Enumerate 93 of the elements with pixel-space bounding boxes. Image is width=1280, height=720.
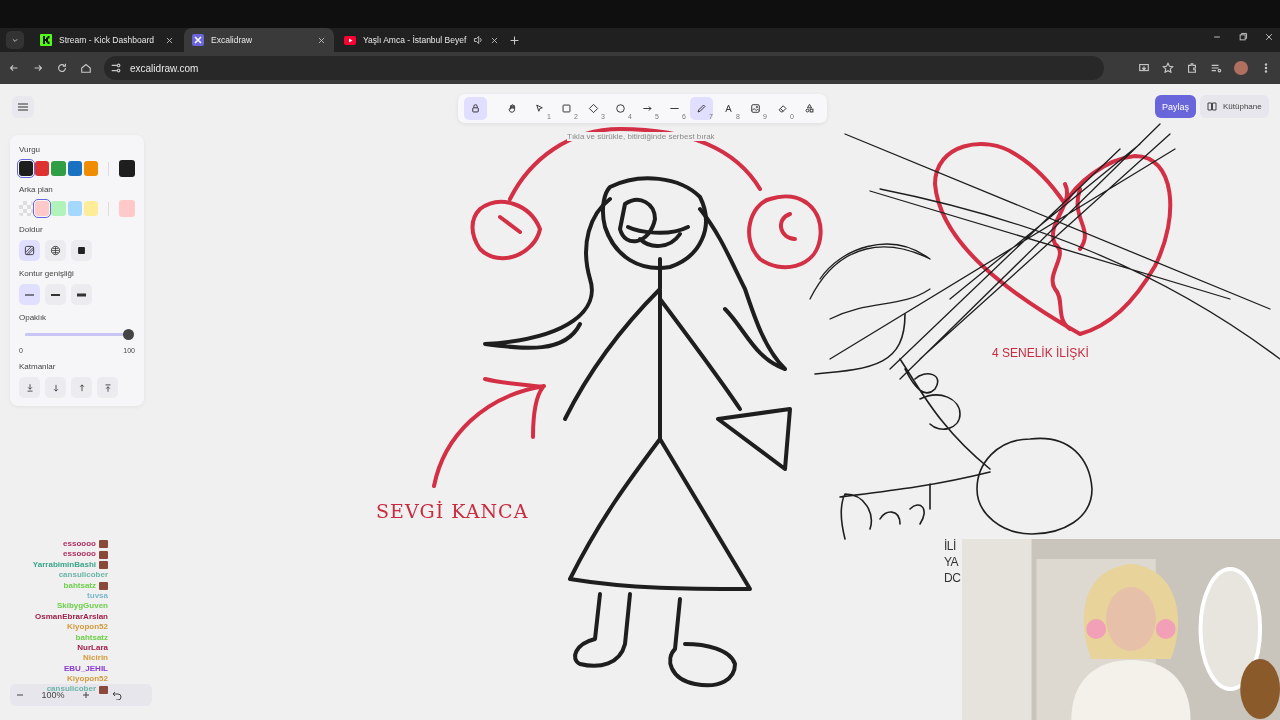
kick-logo-icon (40, 34, 52, 46)
new-tab-icon[interactable] (509, 34, 521, 46)
chat-username: EBU_JEHIL (64, 663, 108, 675)
section-label: Kontur genişliği (19, 269, 75, 278)
canvas-text: İLİ YA DC (944, 538, 961, 586)
chat-username: essoooo (63, 539, 96, 550)
color-swatch[interactable] (19, 161, 34, 176)
menu-icon (18, 103, 28, 111)
text-icon (723, 103, 734, 114)
slider-thumb[interactable] (123, 329, 134, 340)
rectangle-icon (561, 103, 572, 114)
stroke-line-icon (25, 292, 34, 297)
canvas-text: SEVGİ KANCA (376, 502, 529, 521)
current-color-swatch[interactable] (118, 160, 135, 177)
home-icon[interactable] (80, 62, 92, 74)
back-icon[interactable] (8, 62, 20, 74)
chat-username: SkibygGuven (56, 601, 108, 612)
forward-icon[interactable] (32, 62, 44, 74)
color-swatch[interactable] (67, 201, 82, 216)
cross-hatch-fill-icon (50, 245, 61, 256)
color-swatch[interactable] (51, 161, 66, 176)
chat-username: OsmanEbrarArslan (35, 611, 108, 623)
youtube-logo-icon (344, 35, 356, 45)
lock-icon (470, 103, 481, 114)
section-label: Opaklık (19, 313, 48, 322)
fill-style-button[interactable] (71, 240, 92, 261)
profile-avatar[interactable] (1234, 61, 1248, 75)
stroke-line-icon (51, 292, 60, 297)
shapes-icon (804, 103, 815, 114)
tab-list-button[interactable] (6, 31, 24, 49)
restore-icon[interactable] (1238, 32, 1248, 42)
browser-tab[interactable]: Excalidraw (184, 28, 334, 52)
install-icon[interactable] (1138, 62, 1150, 74)
section-label: Arka plan (19, 185, 54, 194)
star-icon[interactable] (1162, 62, 1174, 74)
close-icon[interactable] (317, 35, 326, 45)
section-label: Doldur (19, 225, 44, 234)
lock-tool-button[interactable] (464, 97, 487, 120)
stroke-width-button[interactable] (71, 284, 92, 305)
hint-text: Tıkla ve sürükle, bitirdiğinde serbest bırak (567, 132, 715, 141)
address-bar[interactable]: excalidraw.com (104, 56, 1104, 80)
close-icon[interactable] (490, 35, 500, 45)
chat-username: Kiyopon52 (67, 622, 108, 633)
color-swatch[interactable] (67, 161, 82, 176)
cursor-icon (534, 103, 545, 114)
chat-username: tuvsa (87, 590, 108, 602)
chat-username: cansulicober (58, 570, 108, 581)
hatched-fill-icon (24, 245, 35, 256)
zoom-in-icon[interactable] (82, 691, 90, 699)
zoom-level[interactable]: 100% (28, 690, 78, 700)
chat-username: Nicirin (83, 653, 108, 664)
color-swatch[interactable] (35, 161, 50, 176)
color-swatch[interactable] (35, 201, 50, 216)
reload-icon[interactable] (56, 62, 68, 74)
book-icon (1207, 102, 1217, 111)
diamond-icon (588, 103, 599, 114)
circle-icon (615, 103, 626, 114)
site-settings-icon[interactable] (110, 62, 122, 74)
close-icon[interactable] (165, 35, 174, 45)
arrow-icon (642, 103, 653, 114)
fill-style-button[interactable] (19, 240, 40, 261)
browser-tab[interactable]: Stream - Kick Dashboard (32, 28, 182, 52)
color-swatch[interactable] (83, 161, 98, 176)
share-button[interactable]: Paylaş (1155, 95, 1196, 118)
browser-tab[interactable]: Yaşlı Amca - İstanbul Beyef (336, 28, 508, 52)
fill-style-button[interactable] (45, 240, 66, 261)
chat-username: NurLara (77, 642, 108, 654)
media-icon[interactable] (1210, 62, 1222, 74)
chat-username: bahtsatz (63, 580, 96, 591)
hand-icon (507, 103, 518, 114)
stroke-line-icon (77, 292, 86, 297)
speaker-icon[interactable] (473, 35, 484, 45)
color-swatch[interactable] (83, 201, 98, 216)
solid-fill-icon (76, 245, 87, 256)
chat-username: bahtsatz (75, 632, 108, 643)
section-label: Vurgu (19, 145, 42, 154)
canvas-text: 4 SENELİK İLİŞKİ (992, 347, 1089, 359)
chat-username: essoooo (63, 549, 96, 560)
library-button[interactable]: Kütüphane (1200, 95, 1269, 118)
extensions-icon[interactable] (1186, 62, 1198, 74)
close-icon[interactable] (1264, 32, 1274, 42)
eraser-icon (777, 103, 788, 114)
image-icon (750, 103, 761, 114)
color-swatch[interactable] (51, 201, 66, 216)
excalidraw-logo-icon (192, 34, 204, 46)
chat-username: Kiyopon52 (67, 674, 108, 685)
undo-icon[interactable] (112, 690, 122, 700)
current-color-swatch[interactable] (118, 200, 135, 217)
pencil-icon (696, 103, 707, 114)
chat-username: YarrabiminBashi (32, 559, 96, 571)
menu-button[interactable] (12, 96, 34, 118)
section-label: Katmanlar (19, 362, 57, 371)
stroke-width-button[interactable] (45, 284, 66, 305)
